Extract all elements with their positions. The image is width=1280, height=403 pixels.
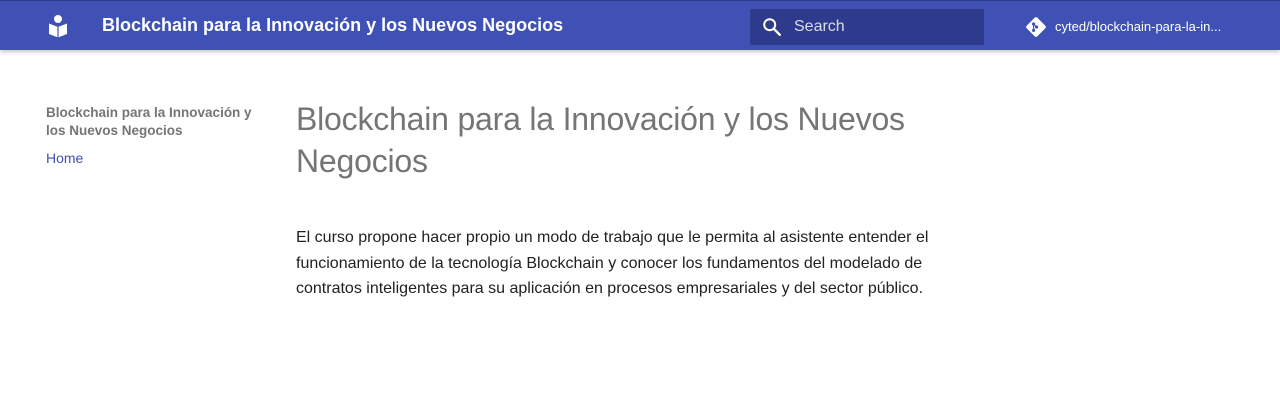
top-header: Blockchain para la Innovación y los Nuev… xyxy=(0,0,1280,50)
search-input[interactable] xyxy=(794,9,974,45)
main-content: Blockchain para la Innovación y los Nuev… xyxy=(296,98,936,302)
sidebar-item-home[interactable]: Home xyxy=(46,149,256,167)
site-title[interactable]: Blockchain para la Innovación y los Nuev… xyxy=(102,15,563,36)
repo-name: cyted/blockchain-para-la-in... xyxy=(1055,19,1222,34)
git-icon xyxy=(1026,17,1046,37)
search-box[interactable] xyxy=(750,9,984,45)
page-title: Blockchain para la Innovación y los Nuev… xyxy=(296,101,905,179)
book-reader-icon[interactable] xyxy=(45,14,71,38)
search-icon xyxy=(763,18,781,36)
intro-paragraph: El curso propone hacer propio un modo de… xyxy=(296,229,929,297)
nav-title: Blockchain para la Innovación y los Nuev… xyxy=(46,105,252,138)
repo-link[interactable]: cyted/blockchain-para-la-in... xyxy=(1024,14,1254,40)
sidebar-nav: Blockchain para la Innovación y los Nuev… xyxy=(46,104,256,167)
